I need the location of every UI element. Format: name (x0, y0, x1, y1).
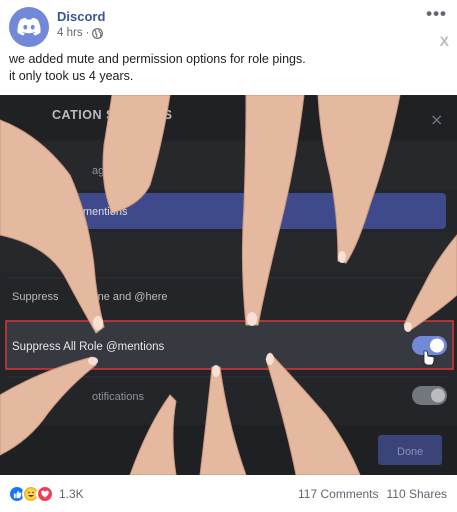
love-reaction-icon (36, 485, 54, 503)
post-image[interactable]: CATION SETTINGS × ages Only @mentions th… (0, 95, 457, 475)
page-avatar[interactable] (9, 7, 49, 47)
post-footer: 1.3K 117 Comments 110 Shares (0, 476, 457, 512)
globe-icon (92, 27, 104, 39)
post-text-line: it only took us 4 years. (9, 69, 134, 83)
done-button-label: Done (397, 446, 423, 458)
post-header: Discord 4 hrs · ••• X (0, 0, 457, 50)
post-meta: 4 hrs · (57, 27, 104, 39)
post-time[interactable]: 4 hrs (57, 27, 83, 39)
shares-count-link[interactable]: 110 Shares (387, 487, 448, 501)
post-text-line: we added mute and permission options for… (9, 52, 306, 66)
engagement-counts: 117 Comments 110 Shares (298, 487, 447, 501)
more-options-icon[interactable]: ••• (426, 4, 447, 24)
page-name-link[interactable]: Discord (57, 9, 105, 24)
toggle-knob-icon (430, 338, 444, 353)
meme-image: CATION SETTINGS × ages Only @mentions th… (0, 95, 457, 475)
toggle-knob-icon (431, 388, 445, 403)
discord-logo-icon (17, 17, 41, 36)
reaction-summary[interactable]: 1.3K (8, 485, 84, 503)
settings-row-label: Suppress All Role @mentions (12, 341, 165, 353)
reaction-count[interactable]: 1.3K (59, 487, 84, 501)
settings-row-label: otifications (92, 391, 144, 403)
post-message: we added mute and permission options for… (9, 51, 306, 85)
settings-close-icon: × (430, 110, 443, 129)
comments-count-link[interactable]: 117 Comments (298, 487, 378, 501)
hide-post-icon[interactable]: X (440, 33, 449, 49)
meta-separator: · (85, 27, 90, 39)
